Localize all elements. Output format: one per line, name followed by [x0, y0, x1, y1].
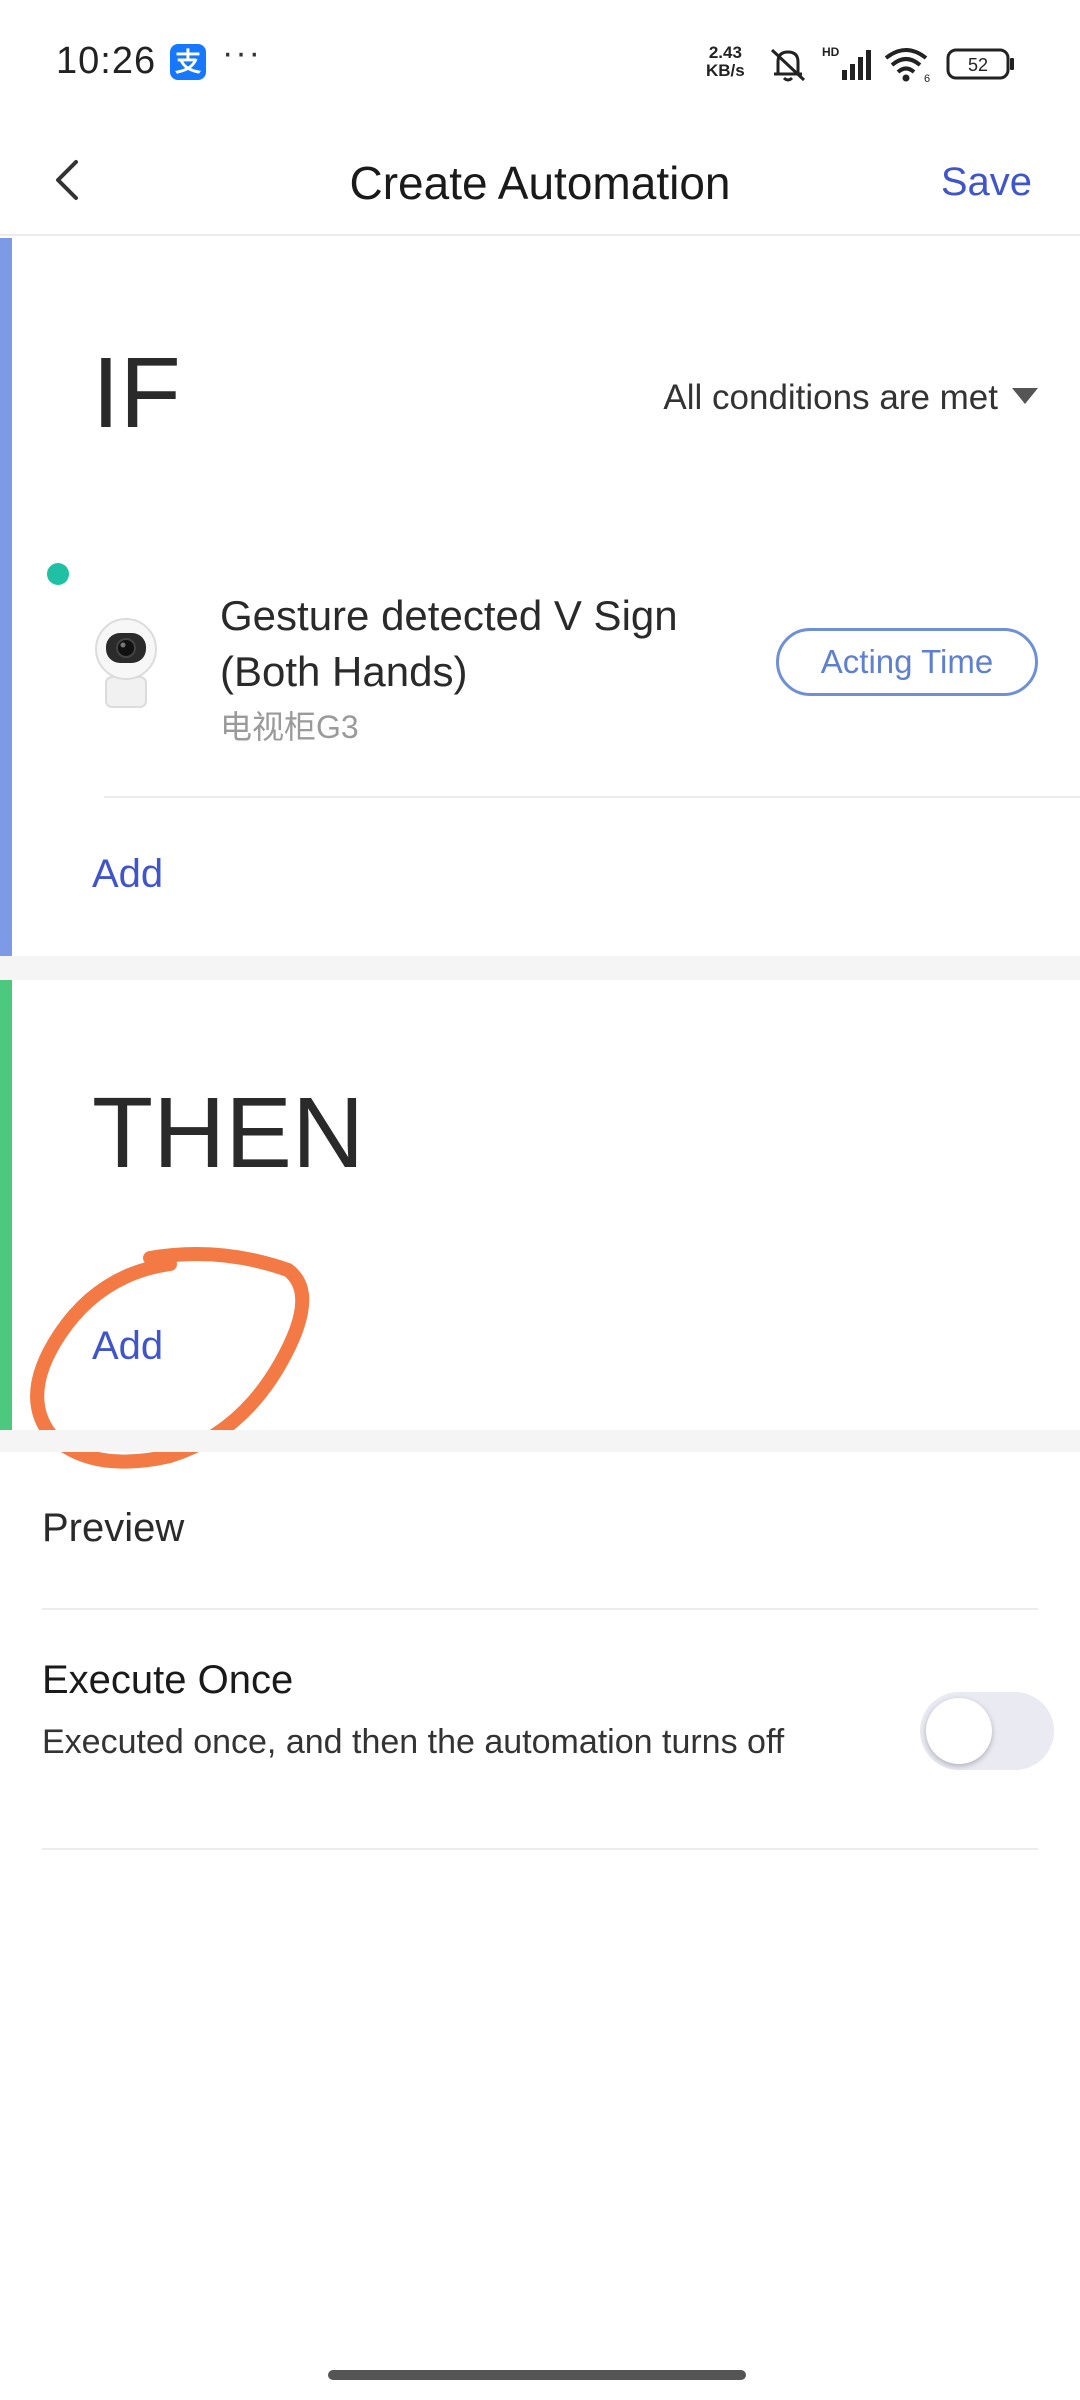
save-button[interactable]: Save	[941, 160, 1032, 205]
preview-row[interactable]: Preview	[0, 1452, 1080, 1608]
trigger-device-name: 电视柜G3	[220, 709, 359, 745]
if-title: IF	[92, 337, 181, 449]
home-indicator[interactable]	[328, 2370, 746, 2380]
if-section: IF All conditions are met Gesture detect…	[0, 238, 1080, 956]
page-title: Create Automation	[349, 157, 731, 209]
caret-down-icon	[1012, 387, 1038, 404]
wifi-badge: 6	[924, 73, 930, 84]
signal-badge: HD	[822, 45, 840, 59]
execute-once-toggle[interactable]	[920, 1692, 1054, 1770]
section-gap	[0, 1430, 1080, 1452]
network-speed-value: 2.43	[708, 43, 742, 62]
execute-once-title: Execute Once	[42, 1658, 294, 1702]
divider	[42, 1848, 1038, 1850]
cellular-signal-icon: HD	[822, 45, 871, 80]
acting-time-button[interactable]: Acting Time	[776, 628, 1038, 696]
alipay-icon: 支	[170, 44, 206, 80]
battery-icon: 52	[946, 48, 1014, 80]
condition-mode-dropdown[interactable]: All conditions are met	[663, 378, 1038, 418]
app-header: Create Automation Save	[0, 130, 1080, 236]
status-dot	[47, 563, 69, 585]
vibrate-off-icon	[770, 48, 806, 82]
more-notifications-icon: ···	[222, 34, 262, 72]
camera-device-icon	[95, 618, 157, 708]
section-gap	[0, 956, 1080, 980]
then-title: THEN	[92, 1077, 365, 1189]
toggle-knob	[926, 1698, 992, 1764]
then-section: THEN Add	[0, 980, 1080, 1430]
divider	[42, 1608, 1038, 1610]
battery-level: 52	[968, 55, 988, 75]
trigger-title: Gesture detected V Sign (Both Hands)	[220, 592, 678, 695]
preview-label: Preview	[42, 1506, 185, 1550]
network-speed: 2.43 KB/s	[706, 44, 745, 80]
divider	[104, 796, 1080, 798]
status-bar: 10:26 支 ··· 2.43 KB/s HD 6 52	[0, 0, 1080, 130]
status-time: 10:26	[56, 40, 157, 82]
condition-mode-label: All conditions are met	[663, 378, 998, 417]
add-action-button[interactable]: Add	[92, 1324, 163, 1369]
network-speed-unit: KB/s	[706, 61, 745, 80]
add-condition-button[interactable]: Add	[92, 852, 163, 897]
then-accent-bar	[0, 980, 12, 1430]
wifi-icon: 6	[884, 48, 930, 84]
execute-once-description: Executed once, and then the automation t…	[42, 1723, 785, 1761]
